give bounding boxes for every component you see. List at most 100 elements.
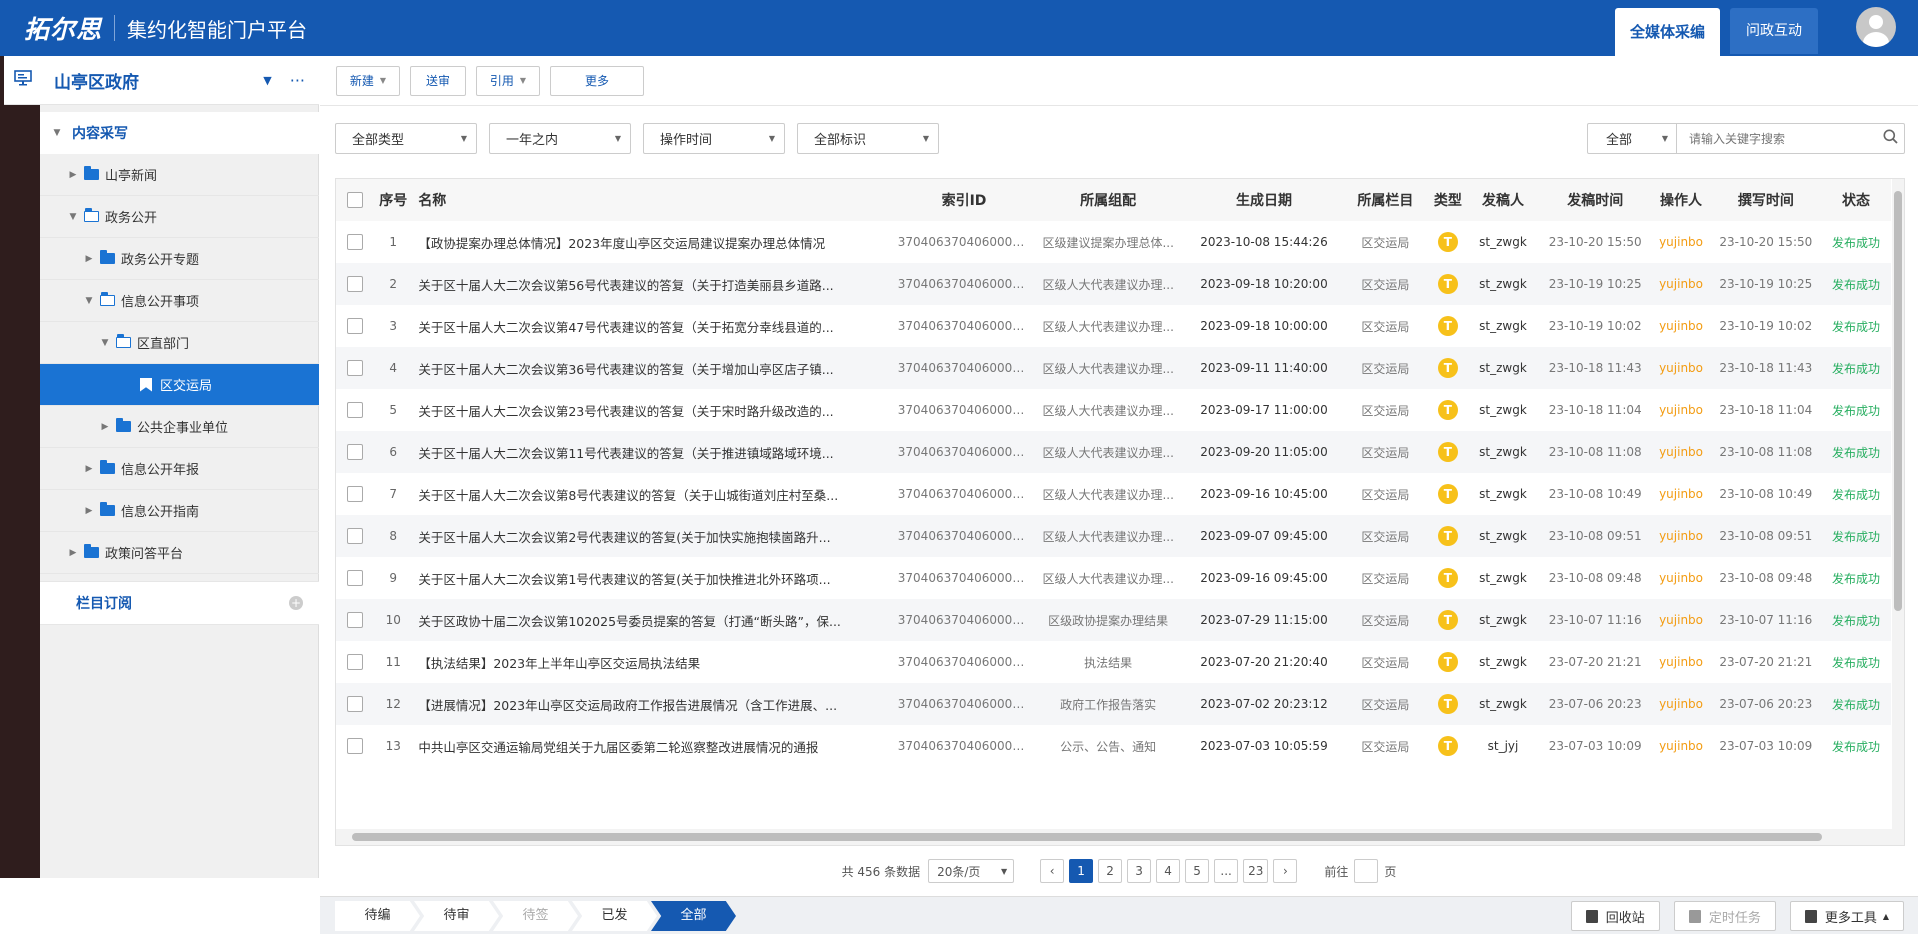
row-checkbox[interactable] xyxy=(336,725,375,767)
row-checkbox[interactable] xyxy=(336,431,375,473)
more-button[interactable]: 更多 xyxy=(550,65,644,96)
tree-item-transport-bureau[interactable]: 区交运局 xyxy=(40,364,319,406)
column-header[interactable]: 操作人 xyxy=(1651,179,1711,221)
row-checkbox[interactable] xyxy=(336,221,375,263)
vertical-scrollbar[interactable] xyxy=(1892,179,1904,829)
table-row[interactable]: 6 关于区十届人大二次会议第11号代表建议的答复（关于推进镇域路域环境... 370… xyxy=(336,431,1891,473)
tree-item-shanting-news[interactable]: ▶ 山亭新闻 xyxy=(40,154,319,196)
tree-item-public-enterprises[interactable]: ▶ 公共企事业单位 xyxy=(40,406,319,448)
row-checkbox[interactable] xyxy=(336,599,375,641)
caret-right-icon[interactable]: ▶ xyxy=(82,464,96,474)
table-row[interactable]: 3 关于区十届人大二次会议第47号代表建议的答复（关于拓宽分幸线县道的... 370… xyxy=(336,305,1891,347)
table-row[interactable]: 4 关于区十届人大二次会议第36号代表建议的答复（关于增加山亭区店子镇... 370… xyxy=(336,347,1891,389)
row-checkbox[interactable] xyxy=(336,389,375,431)
cell-name[interactable]: 【进展情况】2023年山亭区交运局政府工作报告进展情况（含工作进展、... xyxy=(412,683,898,725)
column-header[interactable]: 所属组配 xyxy=(1030,179,1187,221)
type-filter-select[interactable]: 全部类型 ▼ xyxy=(335,123,477,154)
table-row[interactable]: 12 【进展情况】2023年山亭区交运局政府工作报告进展情况（含工作进展、... 3… xyxy=(336,683,1891,725)
page-button[interactable]: 23 xyxy=(1243,859,1269,883)
column-header[interactable]: 状态 xyxy=(1820,179,1891,221)
cell-name[interactable]: 关于区十届人大二次会议第23号代表建议的答复（关于宋时路升级改造的... xyxy=(412,389,898,431)
column-header[interactable]: 名称 xyxy=(412,179,898,221)
step-all[interactable]: 全部 xyxy=(651,901,736,931)
table-row[interactable]: 9 关于区十届人大二次会议第1号代表建议的答复(关于加快推进北外环路项... 370… xyxy=(336,557,1891,599)
section-content-editing[interactable]: ▼ 内容采写 xyxy=(40,112,319,154)
cell-name[interactable]: 关于区十届人大二次会议第1号代表建议的答复(关于加快推进北外环路项... xyxy=(412,557,898,599)
caret-right-icon[interactable]: ▶ xyxy=(82,506,96,516)
select-all-checkbox[interactable] xyxy=(336,179,375,221)
scheduled-tasks-button[interactable]: 定时任务 xyxy=(1673,901,1776,931)
tree-item-policy-qa[interactable]: ▶ 政策问答平台 xyxy=(40,532,319,574)
site-selector[interactable]: 山亭区政府 ▼ ··· xyxy=(4,56,319,105)
tab-all-media-editing[interactable]: 全媒体采编 xyxy=(1614,8,1720,56)
add-subscription-icon[interactable]: + xyxy=(289,596,303,610)
row-checkbox[interactable] xyxy=(336,347,375,389)
table-row[interactable]: 8 关于区十届人大二次会议第2号代表建议的答复(关于加快实施抱犊崮路升... 370… xyxy=(336,515,1891,557)
page-button[interactable]: 1 xyxy=(1069,859,1094,883)
caret-down-icon[interactable]: ▼ xyxy=(98,338,112,348)
cell-name[interactable]: 关于区政协十届二次会议第102025号委员提案的答复（打通“断头路”，保... xyxy=(412,599,898,641)
table-row[interactable]: 2 关于区十届人大二次会议第56号代表建议的答复（关于打造美丽县乡道路... 370… xyxy=(336,263,1891,305)
horizontal-scrollbar[interactable] xyxy=(336,829,1904,845)
step-to-review[interactable]: 待审 xyxy=(414,901,499,931)
column-header[interactable]: 发稿时间 xyxy=(1539,179,1652,221)
column-header[interactable]: 生成日期 xyxy=(1186,179,1342,221)
cell-name[interactable]: 关于区十届人大二次会议第11号代表建议的答复（关于推进镇域路域环境... xyxy=(412,431,898,473)
caret-right-icon[interactable]: ▶ xyxy=(82,254,96,264)
next-page-button[interactable]: › xyxy=(1273,859,1298,883)
table-row[interactable]: 5 关于区十届人大二次会议第23号代表建议的答复（关于宋时路升级改造的... 370… xyxy=(336,389,1891,431)
user-avatar-icon[interactable] xyxy=(1856,7,1896,47)
caret-down-icon[interactable]: ▼ xyxy=(66,212,80,222)
cell-name[interactable]: 【执法结果】2023年上半年山亭区交运局执法结果 xyxy=(412,641,898,683)
goto-page-input[interactable] xyxy=(1354,859,1379,883)
step-to-sign[interactable]: 待签 xyxy=(493,901,578,931)
column-header[interactable]: 发稿人 xyxy=(1466,179,1540,221)
tree-item-disclosure-items[interactable]: ▼ 信息公开事项 xyxy=(40,280,319,322)
cell-name[interactable]: 关于区十届人大二次会议第2号代表建议的答复(关于加快实施抱犊崮路升... xyxy=(412,515,898,557)
step-published[interactable]: 已发 xyxy=(572,901,657,931)
chevron-down-icon[interactable]: ▼ xyxy=(263,74,271,87)
column-header[interactable]: 撰写时间 xyxy=(1710,179,1821,221)
tag-filter-select[interactable]: 全部标识 ▼ xyxy=(797,123,939,154)
column-subscription[interactable]: 栏目订阅 + xyxy=(40,581,319,625)
caret-right-icon[interactable]: ▶ xyxy=(98,422,112,432)
column-header[interactable]: 类型 xyxy=(1428,179,1467,221)
row-checkbox[interactable] xyxy=(336,683,375,725)
cell-name[interactable]: 关于区十届人大二次会议第56号代表建议的答复（关于打造美丽县乡道路... xyxy=(412,263,898,305)
cell-name[interactable]: 【政协提案办理总体情况】2023年度山亭区交运局建议提案办理总体情况 xyxy=(412,221,898,263)
caret-right-icon[interactable]: ▶ xyxy=(66,170,80,180)
more-options-icon[interactable]: ··· xyxy=(290,71,305,90)
search-scope-select[interactable]: 全部 ▼ xyxy=(1588,124,1677,153)
tree-item-government-affairs[interactable]: ▼ 政务公开 xyxy=(40,196,319,238)
page-ellipsis[interactable]: ... xyxy=(1214,859,1239,883)
table-row[interactable]: 1 【政协提案办理总体情况】2023年度山亭区交运局建议提案办理总体情况 37040… xyxy=(336,221,1891,263)
row-checkbox[interactable] xyxy=(336,557,375,599)
row-checkbox[interactable] xyxy=(336,641,375,683)
column-header[interactable]: 序号 xyxy=(374,179,413,221)
time-range-select[interactable]: 一年之内 ▼ xyxy=(489,123,631,154)
page-button[interactable]: 4 xyxy=(1156,859,1181,883)
table-row[interactable]: 13 中共山亭区交通运输局党组关于九届区委第二轮巡察整改进展情况的通报 370406… xyxy=(336,725,1891,767)
cell-name[interactable]: 关于区十届人大二次会议第36号代表建议的答复（关于增加山亭区店子镇... xyxy=(412,347,898,389)
table-row[interactable]: 11 【执法结果】2023年上半年山亭区交运局执法结果 37040637040600… xyxy=(336,641,1891,683)
time-field-select[interactable]: 操作时间 ▼ xyxy=(643,123,785,154)
tree-item-district-departments[interactable]: ▼ 区直部门 xyxy=(40,322,319,364)
scrollbar-thumb[interactable] xyxy=(1894,191,1902,611)
search-icon[interactable] xyxy=(1876,129,1904,148)
table-row[interactable]: 7 关于区十届人大二次会议第8号代表建议的答复（关于山城街道刘庄村至桑... 370… xyxy=(336,473,1891,515)
tree-item-disclosure-guide[interactable]: ▶ 信息公开指南 xyxy=(40,490,319,532)
cell-name[interactable]: 关于区十届人大二次会议第8号代表建议的答复（关于山城街道刘庄村至桑... xyxy=(412,473,898,515)
cell-name[interactable]: 关于区十届人大二次会议第47号代表建议的答复（关于拓宽分幸线县道的... xyxy=(412,305,898,347)
tree-item-affairs-topics[interactable]: ▶ 政务公开专题 xyxy=(40,238,319,280)
row-checkbox[interactable] xyxy=(336,305,375,347)
row-checkbox[interactable] xyxy=(336,263,375,305)
table-row[interactable]: 10 关于区政协十届二次会议第102025号委员提案的答复（打通“断头路”，保..… xyxy=(336,599,1891,641)
prev-page-button[interactable]: ‹ xyxy=(1040,859,1065,883)
caret-down-icon[interactable]: ▼ xyxy=(82,296,96,306)
caret-right-icon[interactable]: ▶ xyxy=(66,548,80,558)
column-header[interactable]: 所属栏目 xyxy=(1341,179,1429,221)
page-button[interactable]: 3 xyxy=(1127,859,1152,883)
cell-name[interactable]: 中共山亭区交通运输局党组关于九届区委第二轮巡察整改进展情况的通报 xyxy=(412,725,898,767)
page-button[interactable]: 5 xyxy=(1185,859,1210,883)
step-to-edit[interactable]: 待编 xyxy=(335,901,420,931)
